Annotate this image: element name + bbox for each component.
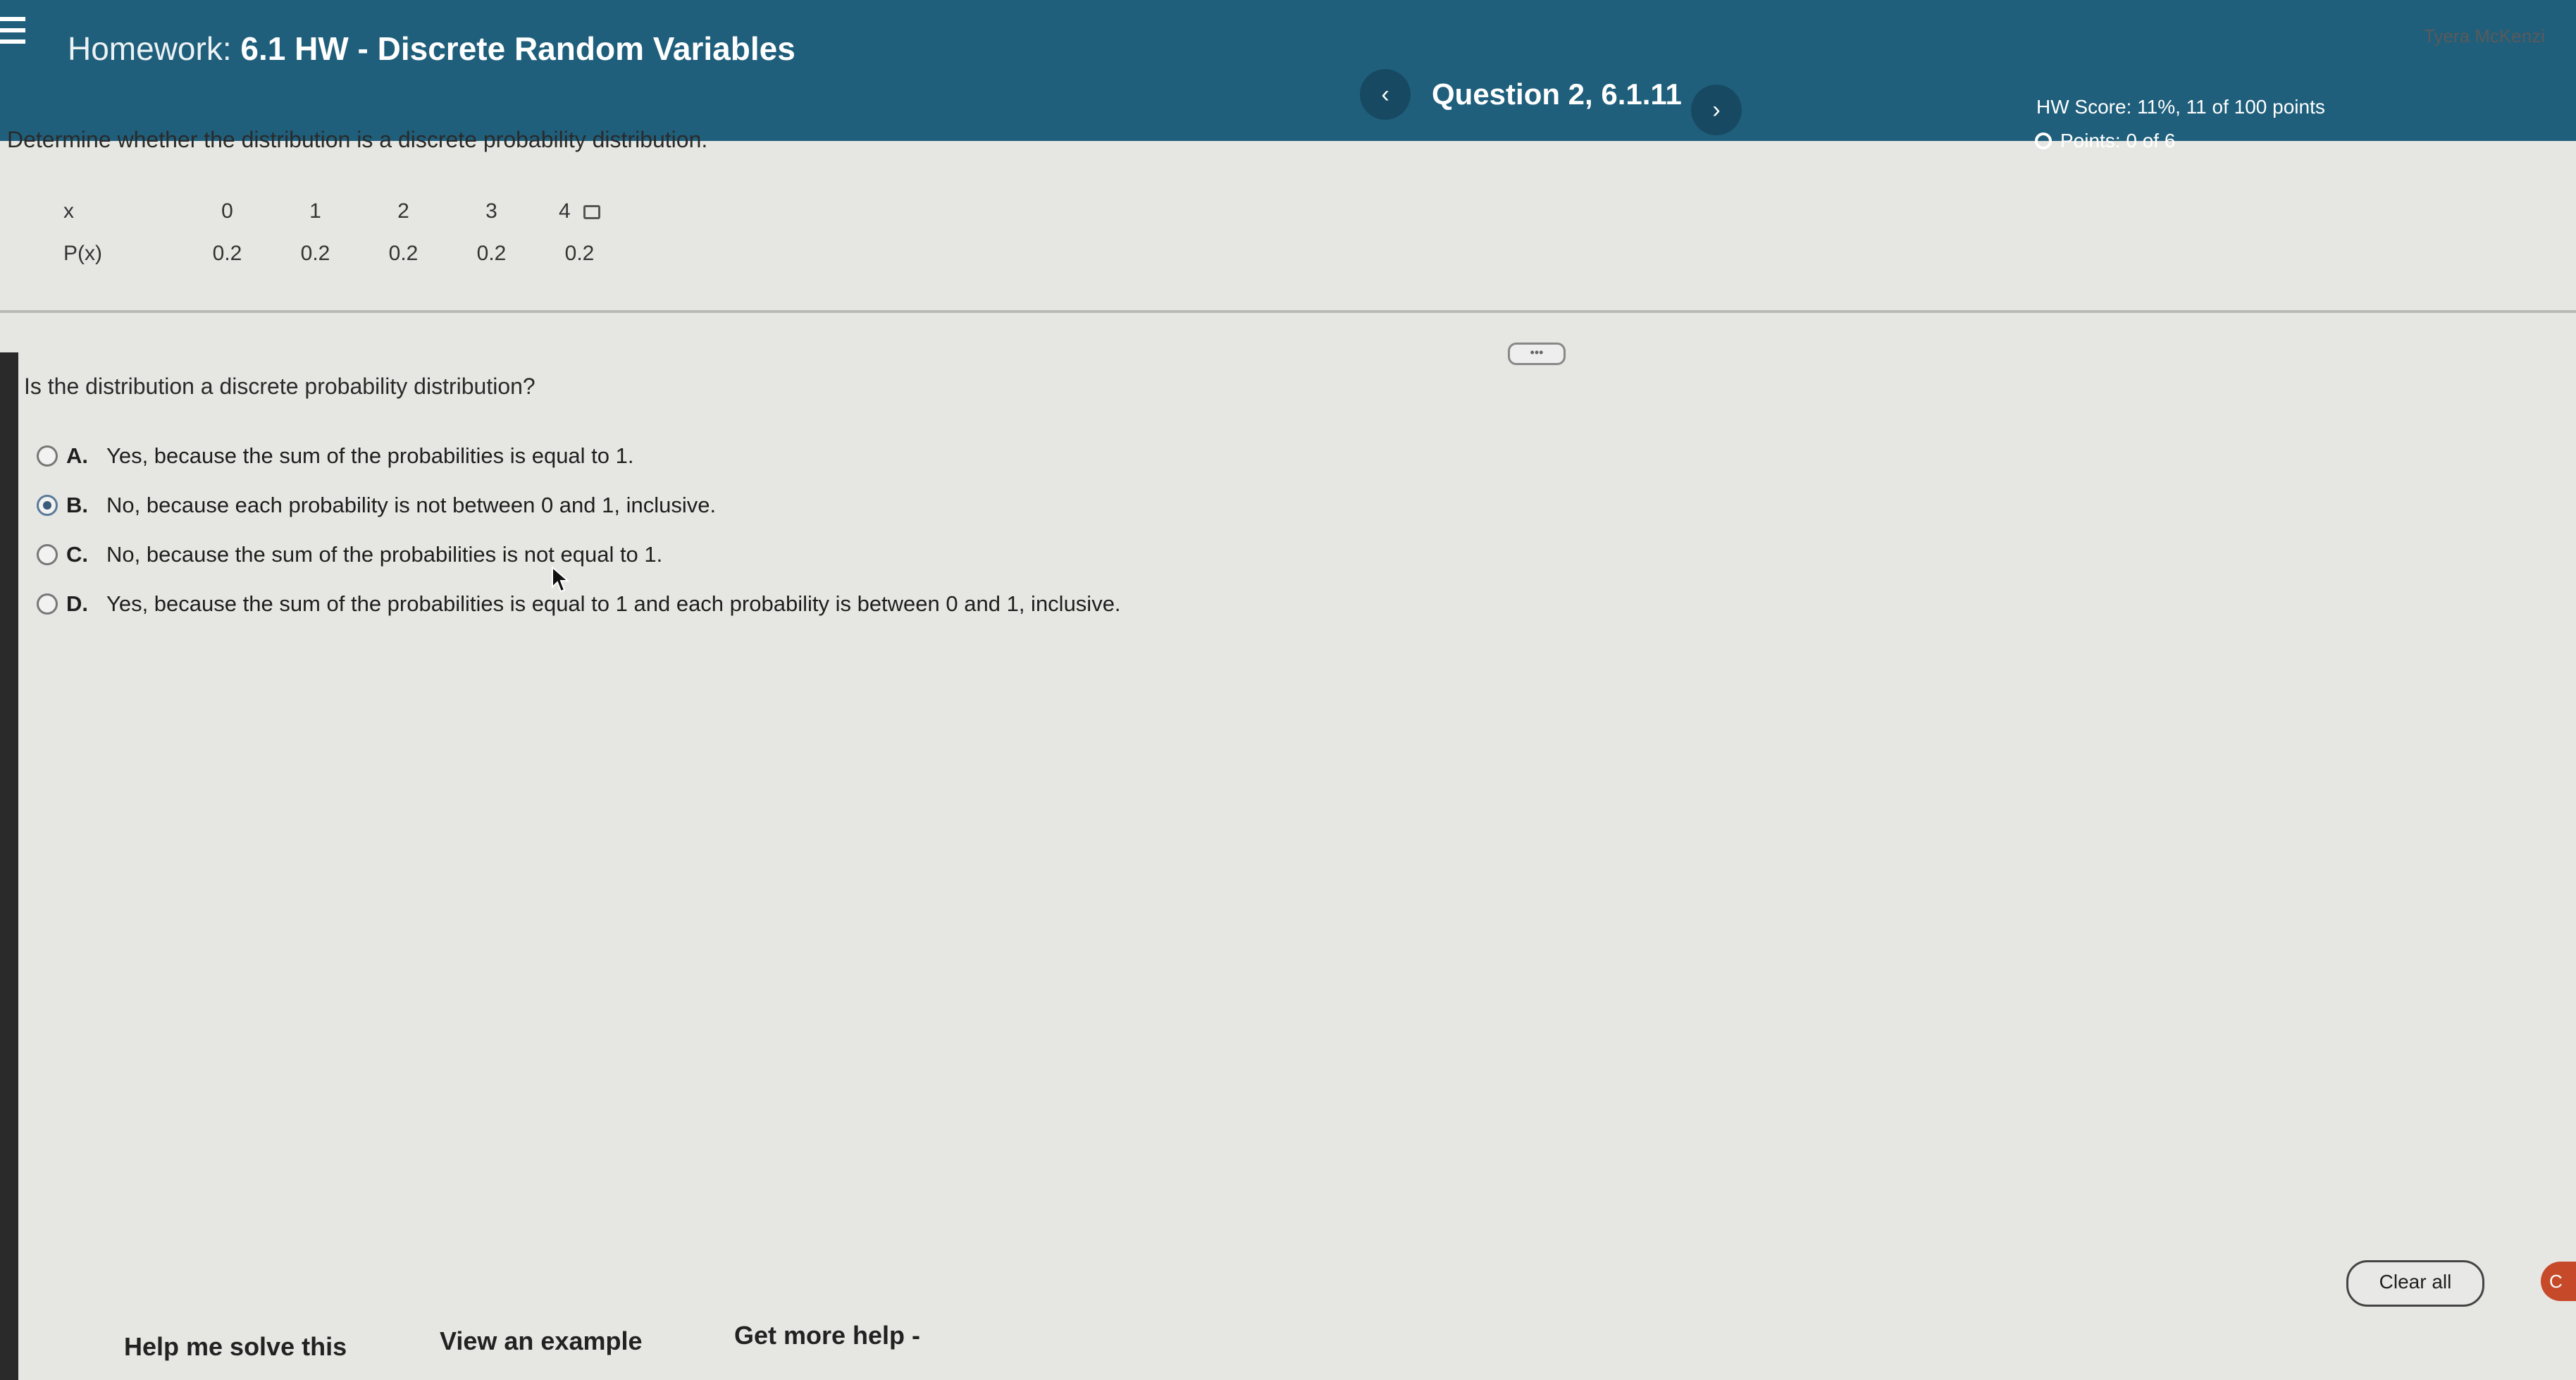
help-me-solve-button[interactable]: Help me solve this: [124, 1332, 347, 1362]
option-a[interactable]: A. Yes, because the sum of the probabili…: [37, 431, 1121, 481]
x-value: 2: [397, 199, 409, 223]
user-name[interactable]: Tyera McKenzi: [2424, 25, 2545, 47]
mouse-pointer-icon: [552, 566, 570, 593]
view-example-button[interactable]: View an example: [440, 1326, 643, 1356]
radio-c[interactable]: [37, 544, 58, 565]
copy-table-icon[interactable]: [583, 205, 601, 220]
homework-title-prefix: Homework:: [68, 30, 232, 67]
x-value: 4: [558, 199, 571, 223]
p-value: 0.2: [212, 242, 242, 265]
homework-title: Homework: 6.1 HW - Discrete Random Varia…: [68, 30, 795, 68]
option-text: No, because the sum of the probabilities…: [106, 542, 663, 567]
help-bar: Help me solve this View an example Get m…: [0, 1318, 2576, 1380]
option-letter: A.: [66, 443, 88, 468]
problem-instructions: Determine whether the distribution is a …: [7, 127, 708, 152]
get-more-help-button[interactable]: Get more help -: [734, 1321, 920, 1350]
p-value: 0.2: [564, 242, 595, 265]
option-text: Yes, because the sum of the probabilitie…: [106, 443, 634, 468]
option-d[interactable]: D. Yes, because the sum of the probabili…: [37, 579, 1121, 629]
option-letter: C.: [66, 542, 88, 567]
option-letter: B.: [66, 493, 88, 517]
p-value: 0.2: [476, 242, 507, 265]
option-text: Yes, because the sum of the probabilitie…: [106, 591, 1121, 616]
header-bar: Homework: 6.1 HW - Discrete Random Varia…: [0, 0, 2576, 152]
question-label: Question 2, 6.1.11: [1432, 78, 1682, 111]
x-value: 0: [221, 199, 233, 223]
option-b[interactable]: B. No, because each probability is not b…: [37, 481, 1121, 530]
points-status: Points: 0 of 6: [2035, 130, 2175, 152]
table-row-x: x 0 1 2 3 4: [63, 190, 624, 233]
answer-options: A. Yes, because the sum of the probabili…: [37, 431, 1121, 629]
x-header: x: [63, 199, 74, 223]
menu-icon[interactable]: [0, 17, 25, 51]
question-text: Is the distribution a discrete probabili…: [24, 374, 535, 399]
p-value: 0.2: [388, 242, 419, 265]
x-value-with-icon: 4: [535, 199, 624, 223]
screen-bezel: [0, 352, 18, 1380]
points-text: Points: 0 of 6: [2060, 130, 2176, 152]
check-answer-button[interactable]: C: [2541, 1262, 2576, 1301]
radio-b[interactable]: [37, 495, 58, 516]
previous-question-button[interactable]: ‹: [1360, 69, 1411, 120]
clear-all-button[interactable]: Clear all: [2346, 1260, 2484, 1307]
homework-title-text: 6.1 HW - Discrete Random Variables: [240, 30, 795, 67]
x-value: 1: [309, 199, 321, 223]
hw-score: HW Score: 11%, 11 of 100 points: [2036, 96, 2325, 118]
x-value: 3: [485, 199, 497, 223]
option-letter: D.: [66, 591, 88, 616]
option-c[interactable]: C. No, because the sum of the probabilit…: [37, 530, 1121, 579]
next-question-button[interactable]: ›: [1691, 85, 1742, 135]
expand-handle[interactable]: •••: [1508, 343, 1566, 365]
points-ring-icon: [2035, 133, 2052, 149]
table-row-px: P(x) 0.2 0.2 0.2 0.2 0.2: [63, 233, 624, 275]
section-divider: [0, 310, 2576, 313]
distribution-table: x 0 1 2 3 4 P(x) 0.2 0.2 0.2 0.2 0.2: [63, 190, 624, 275]
radio-a[interactable]: [37, 445, 58, 467]
radio-d[interactable]: [37, 593, 58, 615]
px-header: P(x): [63, 242, 102, 265]
option-text: No, because each probability is not betw…: [106, 493, 717, 517]
p-value: 0.2: [300, 242, 330, 265]
